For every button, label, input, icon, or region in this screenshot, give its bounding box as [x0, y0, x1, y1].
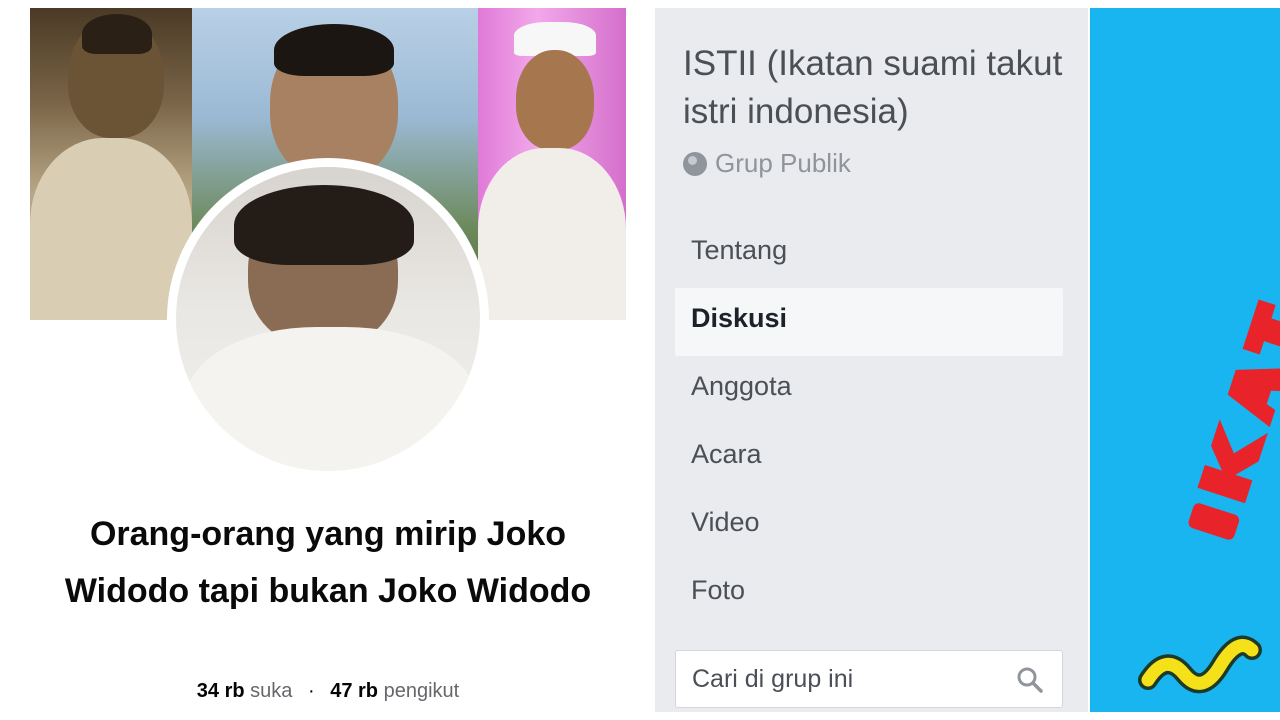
- group-search-input[interactable]: [692, 664, 1012, 694]
- group-privacy-label: Grup Publik: [715, 148, 851, 178]
- nav-item-tentang[interactable]: Tentang: [675, 220, 1063, 288]
- page-title: Orang-orang yang mirip Joko Widodo tapi …: [64, 515, 592, 610]
- group-cover-photo[interactable]: [1090, 8, 1280, 712]
- group-sidebar: ISTII (Ikatan suami takut istri indonesi…: [655, 8, 1088, 712]
- group-name[interactable]: ISTII (Ikatan suami takut istri indonesi…: [683, 40, 1083, 136]
- search-icon[interactable]: [1016, 666, 1044, 694]
- likes-label: suka: [250, 680, 293, 702]
- nav-item-anggota[interactable]: Anggota: [675, 356, 1063, 424]
- nav-item-foto[interactable]: Foto: [675, 560, 1063, 628]
- followers-count: 47 rb: [330, 680, 379, 702]
- group-search-box: [675, 650, 1063, 708]
- nav-item-video[interactable]: Video: [675, 492, 1063, 560]
- page-stats: 34 rb suka · 47 rb pengikut: [30, 680, 626, 703]
- cover-photo-tile-3: [478, 8, 626, 320]
- profile-avatar[interactable]: [176, 167, 480, 471]
- globe-icon: [683, 151, 707, 176]
- group-nav: Tentang Diskusi Anggota Acara Video Foto: [675, 220, 1063, 628]
- group-logo-art: [1138, 299, 1280, 694]
- stats-separator: ·: [307, 680, 315, 702]
- likes-count: 34 rb: [196, 680, 245, 702]
- group-privacy: Grup Publik: [683, 148, 851, 179]
- nav-item-acara[interactable]: Acara: [675, 424, 1063, 492]
- cover-photo-tile-1: [30, 8, 192, 320]
- nav-item-diskusi[interactable]: Diskusi: [675, 288, 1063, 356]
- page-header-panel: Orang-orang yang mirip Joko Widodo tapi …: [0, 0, 655, 720]
- followers-label: pengikut: [383, 680, 460, 702]
